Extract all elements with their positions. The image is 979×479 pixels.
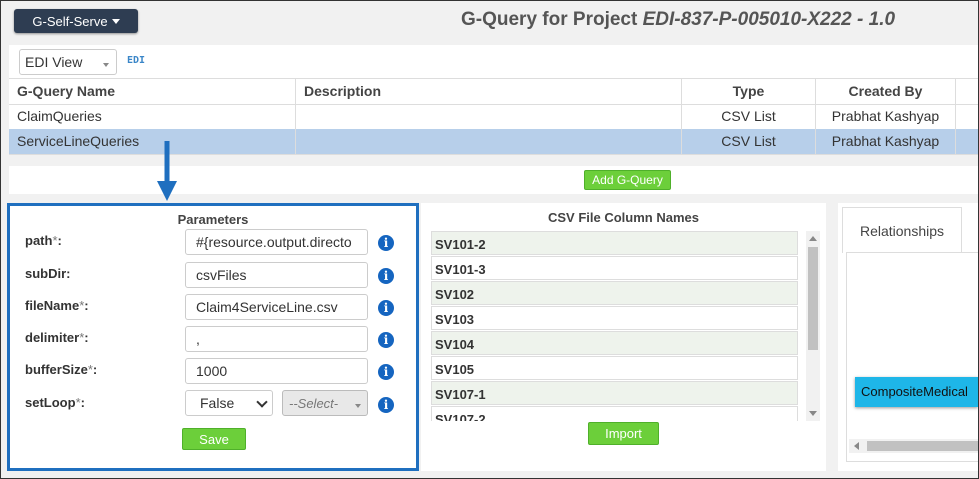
- info-icon[interactable]: i: [378, 268, 394, 284]
- top-bar: G-Self-Serve G-Query for Project EDI-837…: [1, 1, 978, 45]
- csv-panel-title: CSV File Column Names: [548, 210, 699, 225]
- scroll-down-icon[interactable]: [809, 411, 817, 416]
- dropdown-arrow-icon: [103, 63, 109, 67]
- table-row[interactable]: ClaimQueries CSV List Prabhat Kashyap: [9, 104, 978, 130]
- param-label-subdir: subDir:: [25, 266, 71, 281]
- self-serve-menu-button[interactable]: G-Self-Serve: [14, 9, 138, 33]
- page-title-project: EDI-837-P-005010-X222 - 1.0: [642, 9, 896, 30]
- csv-columns-panel: CSV File Column Names SV101-2 SV101-3 SV…: [421, 203, 826, 471]
- cell-type: CSV List: [682, 129, 816, 154]
- path-input[interactable]: #{resource.output.directo: [185, 229, 368, 255]
- tab-relationships[interactable]: Relationships: [842, 207, 962, 253]
- view-row: EDI View EDI: [9, 45, 978, 78]
- view-select[interactable]: EDI View: [19, 49, 117, 75]
- colon: :: [66, 266, 71, 281]
- cell-name: ClaimQueries: [9, 104, 296, 129]
- list-item[interactable]: SV104: [431, 331, 798, 355]
- parameters-panel: Parameters path*: #{resource.output.dire…: [7, 203, 419, 471]
- cell-type: CSV List: [682, 104, 816, 129]
- scroll-up-icon[interactable]: [809, 236, 817, 241]
- param-label-text: path: [25, 233, 53, 248]
- subdir-input[interactable]: csvFiles: [185, 262, 368, 288]
- page-title-prefix: G-Query for Project: [461, 9, 643, 30]
- delimiter-input[interactable]: ,: [185, 326, 368, 352]
- param-label-path: path*:: [25, 233, 62, 248]
- buffersize-input[interactable]: 1000: [185, 358, 368, 384]
- param-label-text: setLoop: [25, 395, 76, 410]
- app-window: G-Self-Serve G-Query for Project EDI-837…: [0, 0, 979, 479]
- horizontal-scrollbar[interactable]: [849, 439, 978, 453]
- param-label-filename: fileName*:: [25, 298, 89, 313]
- setloop-value: False: [200, 395, 235, 411]
- colon: :: [57, 233, 62, 248]
- self-serve-menu-label: G-Self-Serve: [32, 13, 108, 29]
- column-header-description[interactable]: Description: [296, 79, 682, 104]
- list-item[interactable]: SV101-2: [431, 231, 798, 255]
- param-label-text: fileName: [25, 298, 80, 313]
- column-header-name[interactable]: G-Query Name: [9, 79, 296, 104]
- info-icon[interactable]: i: [378, 300, 394, 316]
- info-icon[interactable]: i: [378, 332, 394, 348]
- filename-input[interactable]: Claim4ServiceLine.csv: [185, 294, 368, 320]
- column-header-type[interactable]: Type: [682, 79, 816, 104]
- view-select-value: EDI View: [25, 54, 83, 70]
- cell-description: [296, 104, 682, 129]
- colon: :: [80, 395, 85, 410]
- page-title: G-Query for Project EDI-837-P-005010-X22…: [461, 9, 895, 31]
- setloop-select[interactable]: False: [185, 390, 273, 416]
- relationships-panel: Relationships CompositeMedical: [838, 203, 978, 471]
- scroll-left-icon[interactable]: [854, 442, 859, 450]
- param-label-text: delimiter: [25, 330, 80, 345]
- list-item[interactable]: SV107-1: [431, 381, 798, 405]
- param-label-setloop: setLoop*:: [25, 395, 85, 410]
- add-gquery-button[interactable]: Add G-Query: [584, 170, 671, 190]
- save-button[interactable]: Save: [182, 428, 246, 450]
- caret-down-icon: [111, 18, 120, 24]
- dropdown-arrow-icon: [355, 404, 361, 408]
- param-label-buffersize: bufferSize*:: [25, 362, 97, 377]
- select-placeholder: --Select-: [289, 396, 339, 411]
- scrollbar-thumb[interactable]: [867, 441, 978, 451]
- list-item[interactable]: SV105: [431, 356, 798, 380]
- list-item[interactable]: SV103: [431, 306, 798, 330]
- colon: :: [92, 362, 98, 377]
- info-icon[interactable]: i: [378, 235, 394, 251]
- param-label-text: subDir: [25, 266, 67, 281]
- chevron-down-icon: [256, 396, 268, 408]
- info-icon[interactable]: i: [378, 364, 394, 380]
- annotation-arrow-icon: [157, 141, 177, 201]
- list-item[interactable]: SV101-3: [431, 256, 798, 280]
- setloop-secondary-select[interactable]: --Select-: [282, 390, 368, 416]
- column-header-created-by[interactable]: Created By: [816, 79, 956, 104]
- param-label-text: bufferSize: [25, 362, 88, 377]
- cell-description: [296, 129, 682, 154]
- import-button[interactable]: Import: [588, 422, 659, 445]
- list-item[interactable]: SV102: [431, 281, 798, 305]
- relationship-node[interactable]: CompositeMedical: [855, 377, 978, 407]
- list-item[interactable]: SV107-2: [431, 406, 798, 421]
- info-icon[interactable]: i: [378, 397, 394, 413]
- csv-column-list[interactable]: SV101-2 SV101-3 SV102 SV103 SV104 SV105 …: [431, 231, 821, 421]
- parameters-title: Parameters: [177, 212, 249, 227]
- colon: :: [84, 298, 89, 313]
- table-header-row: G-Query Name Description Type Created By: [9, 79, 978, 105]
- relationships-canvas: [846, 252, 978, 462]
- scrollbar-thumb[interactable]: [808, 247, 818, 350]
- cell-created-by: Prabhat Kashyap: [816, 104, 956, 129]
- vertical-scrollbar[interactable]: [806, 231, 820, 421]
- cell-name: ServiceLineQueries: [9, 129, 296, 154]
- cell-created-by: Prabhat Kashyap: [816, 129, 956, 154]
- param-label-delimiter: delimiter*:: [25, 330, 89, 345]
- colon: :: [84, 330, 89, 345]
- edi-link[interactable]: EDI: [127, 55, 145, 66]
